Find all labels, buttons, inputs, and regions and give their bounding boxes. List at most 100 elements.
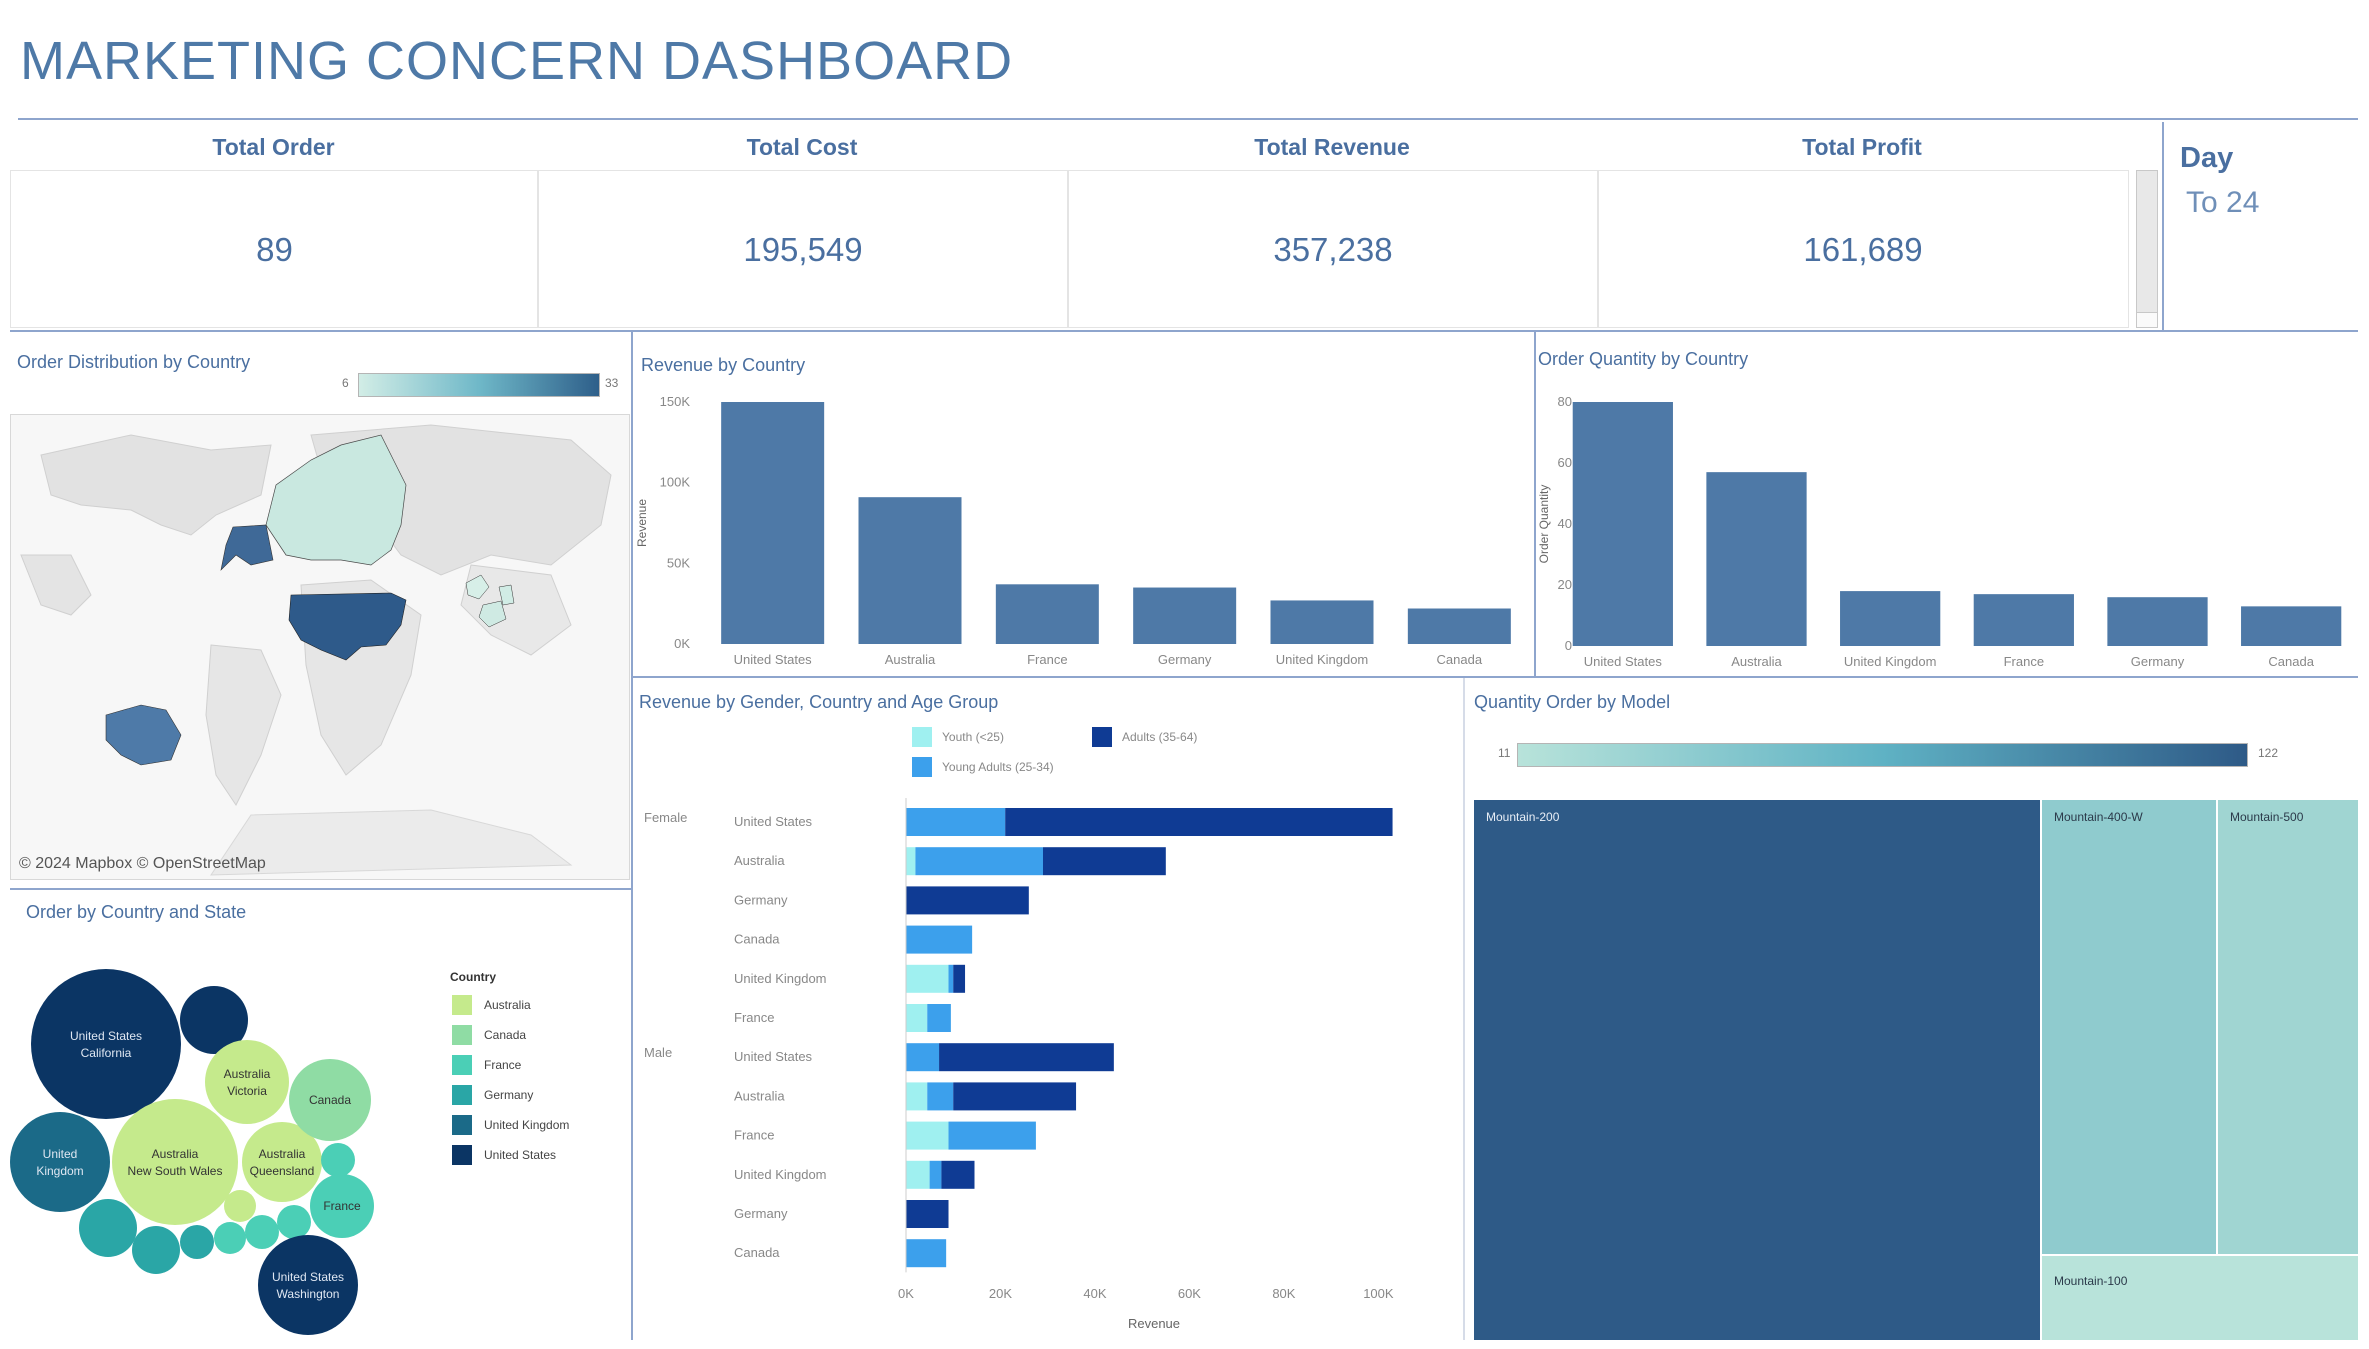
day-filter-value[interactable]: To 24 — [2186, 186, 2259, 220]
middle-horizontal-divider — [631, 676, 2358, 678]
bar-australia[interactable] — [858, 497, 962, 644]
bar-male-australia-young-adults-25-34-[interactable] — [927, 1082, 954, 1111]
bar-female-canada-young-adults-25-34-[interactable] — [906, 925, 973, 954]
treemap-scale-min: 11 — [1498, 746, 1511, 760]
bar-male-france-youth-25-[interactable] — [906, 1121, 949, 1150]
bar-male-united-kingdom-youth-25-[interactable] — [906, 1160, 930, 1189]
gender-revenue-title: Revenue by Gender, Country and Age Group — [639, 692, 999, 712]
bubble-germany-2[interactable] — [132, 1226, 180, 1274]
x-tick-label: United States — [1584, 654, 1663, 669]
bar-male-germany-adults-35-64-[interactable] — [906, 1200, 949, 1228]
kpi-card-total-profit[interactable]: 161,689 — [1597, 170, 2129, 328]
bubble-france-small-4[interactable] — [214, 1222, 246, 1254]
bubble-france-small-2[interactable] — [277, 1205, 311, 1239]
bar-female-united-states-young-adults-25-34-[interactable] — [906, 808, 1006, 836]
kpi-scrollbar-thumb[interactable] — [2137, 312, 2157, 327]
gender-revenue-chart[interactable]: Female United States Australia Germany Canad… — [634, 790, 1462, 1340]
bubble-au-victoria[interactable] — [205, 1040, 289, 1124]
kpi-card-total-cost[interactable]: 195,549 — [537, 170, 1069, 328]
bar-female-australia-young-adults-25-34-[interactable] — [915, 847, 1043, 876]
kpi-card-total-revenue[interactable]: 357,238 — [1067, 170, 1599, 328]
bar-male-australia-youth-25-[interactable] — [906, 1082, 928, 1111]
bar-canada[interactable] — [1407, 608, 1511, 644]
bar-united-kingdom[interactable] — [1270, 600, 1374, 644]
bar-male-united-states-young-adults-25-34-[interactable] — [906, 1043, 940, 1072]
left-panel-divider — [631, 332, 633, 1340]
bar-france[interactable] — [1973, 594, 2074, 646]
bar-germany[interactable] — [1133, 587, 1237, 644]
bar-female-australia-adults-35-64-[interactable] — [1042, 847, 1166, 876]
row-label-germany: Germany — [734, 1206, 788, 1221]
bar-female-france-youth-25-[interactable] — [906, 1004, 928, 1032]
y-tick-label: 50K — [667, 555, 690, 570]
x-tick-label: France — [1027, 652, 1067, 667]
kpi-panel: Total Order Total Cost Total Revenue Tot… — [10, 122, 2158, 328]
legend-youth[interactable]: Youth (<25) — [912, 727, 1004, 747]
legend-item-france[interactable]: France — [452, 1050, 569, 1080]
bubble-label-nsw-1: Australia — [152, 1147, 199, 1161]
bar-female-united-kingdom-youth-25-[interactable] — [906, 964, 949, 993]
bubble-label-uk-1: United — [43, 1147, 78, 1161]
legend-young-adults[interactable]: Young Adults (25-34) — [912, 757, 1054, 777]
bar-australia[interactable] — [1706, 472, 1807, 646]
bar-female-united-kingdom-young-adults-25-34-[interactable] — [948, 964, 954, 993]
bar-female-australia-youth-25-[interactable] — [906, 847, 916, 876]
revenue-by-country-chart[interactable]: 0K 50K 100K 150K Revenue United States Austral… — [634, 380, 1532, 676]
row-label-united-kingdom: United Kingdom — [734, 971, 827, 986]
legend-item-australia[interactable]: Australia — [452, 990, 569, 1020]
bubble-us-washington[interactable] — [258, 1235, 358, 1335]
treemap-tile-mountain-400-w[interactable]: Mountain-400-W — [2042, 800, 2216, 1254]
bar-united-states[interactable] — [721, 402, 825, 644]
bar-female-united-kingdom-adults-35-64-[interactable] — [953, 964, 966, 993]
legend-swatch-united-states — [452, 1145, 472, 1165]
bar-germany[interactable] — [2107, 597, 2208, 646]
bar-united-kingdom[interactable] — [1840, 591, 1941, 646]
bubble-germany-3[interactable] — [180, 1225, 214, 1259]
bar-male-canada-young-adults-25-34-[interactable] — [906, 1239, 947, 1268]
bubble-france-small-3[interactable] — [245, 1215, 279, 1249]
legend-item-canada[interactable]: Canada — [452, 1020, 569, 1050]
bar-female-germany-adults-35-64-[interactable] — [906, 886, 1029, 915]
y-axis-label: Order Quantity — [1537, 485, 1551, 564]
treemap-tile-mountain-200[interactable]: Mountain-200 — [1474, 800, 2040, 1340]
bubble-germany-1[interactable] — [79, 1199, 137, 1257]
x-tick-label: Australia — [1731, 654, 1782, 669]
bubble-au-small[interactable] — [224, 1190, 256, 1222]
bar-male-france-young-adults-25-34-[interactable] — [948, 1121, 1036, 1150]
bar-female-france-young-adults-25-34-[interactable] — [927, 1004, 951, 1032]
bar-male-united-states-adults-35-64-[interactable] — [939, 1043, 1114, 1072]
map-svg[interactable] — [11, 415, 629, 879]
kpi-scrollbar[interactable] — [2136, 170, 2158, 328]
day-filter-label: Day — [2180, 142, 2234, 174]
map-color-legend — [358, 373, 600, 397]
legend-swatch-youth — [912, 727, 932, 747]
treemap-color-legend — [1517, 743, 2248, 767]
treemap-tile-mountain-500[interactable]: Mountain-500 — [2218, 800, 2358, 1254]
bubble-us-california[interactable] — [31, 969, 181, 1119]
bar-united-states[interactable] — [1572, 402, 1673, 646]
order-map[interactable]: © 2024 Mapbox © OpenStreetMap — [10, 414, 630, 880]
bubble-france-small[interactable] — [321, 1143, 355, 1177]
row-label-france: France — [734, 1128, 774, 1143]
bubble-label-france: France — [323, 1199, 361, 1213]
bar-france[interactable] — [995, 584, 1099, 644]
bar-canada[interactable] — [2241, 606, 2342, 646]
bubble-au-nsw[interactable] — [112, 1099, 238, 1225]
bar-male-united-kingdom-adults-35-64-[interactable] — [941, 1160, 975, 1189]
legend-swatch-united-kingdom — [452, 1115, 472, 1135]
bar-female-united-states-adults-35-64-[interactable] — [1005, 808, 1393, 836]
bar-male-australia-adults-35-64-[interactable] — [953, 1082, 1077, 1111]
bubble-legend: Australia Canada France Germany United K… — [452, 990, 569, 1170]
kpi-card-total-order[interactable]: 89 — [10, 170, 539, 328]
y-tick-label: 20 — [1558, 577, 1572, 592]
bar-male-united-kingdom-young-adults-25-34-[interactable] — [929, 1160, 942, 1189]
legend-item-united-states[interactable]: United States — [452, 1140, 569, 1170]
bubble-uk[interactable] — [10, 1112, 110, 1212]
order-quantity-chart[interactable]: 0 20 40 60 80 Order Quantity United States Aust… — [1536, 380, 2358, 676]
kpi-value-total-revenue: 357,238 — [1273, 231, 1393, 268]
legend-item-germany[interactable]: Germany — [452, 1080, 569, 1110]
legend-item-united-kingdom[interactable]: United Kingdom — [452, 1110, 569, 1140]
dashboard-title: MARKETING CONCERN DASHBOARD — [20, 31, 1014, 91]
legend-adults[interactable]: Adults (35-64) — [1092, 727, 1197, 747]
treemap-tile-mountain-100[interactable]: Mountain-100 — [2042, 1256, 2358, 1340]
